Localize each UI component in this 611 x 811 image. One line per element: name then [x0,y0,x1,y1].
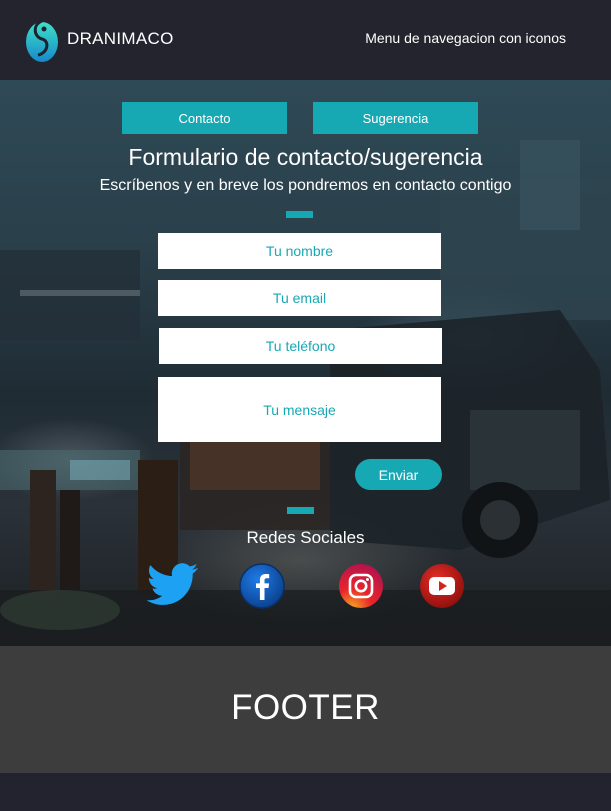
brand-name[interactable]: DRANIMACO [67,29,174,49]
instagram-icon[interactable] [337,562,385,610]
email-field[interactable]: Tu email [158,280,441,316]
name-field[interactable]: Tu nombre [158,233,441,269]
send-button[interactable]: Enviar [355,459,442,490]
section-divider [286,211,313,218]
header: DRANIMACO Menu de navegacion con iconos [0,0,611,80]
twitter-icon[interactable] [146,560,200,610]
youtube-icon[interactable] [418,562,466,610]
tab-sugerencia[interactable]: Sugerencia [313,102,478,134]
tab-contacto[interactable]: Contacto [122,102,287,134]
form-title: Formulario de contacto/sugerencia [128,144,483,170]
hero-contact-section: Contacto Sugerencia Formulario de contac… [0,80,611,646]
phone-field[interactable]: Tu teléfono [159,328,442,364]
facebook-icon[interactable] [238,562,286,610]
social-title: Redes Sociales [246,528,365,547]
form-subtitle: Escríbenos y en breve los pondremos en c… [99,177,512,194]
footer-text: FOOTER [231,688,380,727]
nav-menu[interactable]: Menu de navegacion con iconos [365,30,566,46]
social-divider [287,507,314,514]
dragon-logo-icon[interactable] [22,13,60,63]
footer: FOOTER [0,646,611,773]
message-field[interactable]: Tu mensaje [158,377,441,442]
